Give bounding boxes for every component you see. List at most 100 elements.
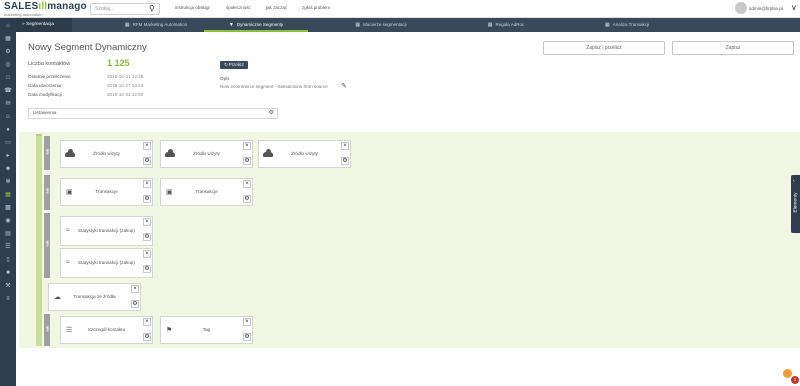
edit-icon[interactable]: ✎: [341, 82, 347, 90]
close-icon[interactable]: ×: [143, 142, 151, 150]
grid-icon: ▦: [355, 22, 361, 28]
community-link[interactable]: społeczność: [226, 5, 251, 10]
or-group-bar[interactable]: lub: [44, 213, 50, 278]
chat-icon[interactable]: ●: [4, 126, 12, 134]
condition-label: Statystyki transakcji (zakup): [78, 260, 135, 265]
getting-started-link[interactable]: jak zacząć: [266, 5, 287, 10]
gear-icon[interactable]: ⚙: [243, 195, 251, 203]
gear-icon[interactable]: ⚙: [341, 157, 349, 165]
grid-icon: ▦: [604, 22, 610, 28]
database-icon[interactable]: ▤: [4, 230, 12, 238]
tab-segmentation-matrices[interactable]: ▦ Macierze segmentacji: [346, 18, 416, 32]
tab-segmentation[interactable]: » Segmentacja: [16, 18, 72, 32]
target-icon[interactable]: ◎: [4, 61, 12, 69]
last-recalc-label: Ostatnie przeliczenie: [28, 74, 71, 79]
automation-icon[interactable]: ✻: [4, 178, 12, 186]
elements-panel-toggle[interactable]: ‹ Elementy: [791, 175, 800, 233]
help-link[interactable]: instrukcja obsługi: [175, 5, 210, 10]
condition-label: Źródło wizyty: [291, 151, 318, 156]
close-icon[interactable]: ×: [243, 180, 251, 188]
tab-adroc-rule[interactable]: ▦ Reguła AdRoc: [476, 18, 536, 32]
megaphone-icon[interactable]: ▸: [4, 152, 12, 160]
gear-icon[interactable]: ⚙: [143, 233, 151, 241]
tab-transaction-analysis[interactable]: ▦ Analiza Transakcji: [592, 18, 662, 32]
tab-rfm[interactable]: ▦ RFM Marketing Automation: [116, 18, 196, 32]
phone-icon[interactable]: ☎: [4, 87, 12, 95]
rail-top-tick: [36, 134, 42, 136]
condition-block[interactable]: ▣ Transakcje × ⚙: [60, 178, 153, 206]
settings-bar[interactable]: Ustawienia ⚙: [28, 108, 278, 119]
condition-label: Źródło wizyty: [93, 151, 120, 156]
condition-block[interactable]: Źródło wizyty × ⚙: [60, 140, 153, 168]
condition-block[interactable]: ⚑ Tag × ⚙: [160, 316, 253, 344]
mail-icon[interactable]: ✉: [4, 100, 12, 108]
condition-label: Transakcje: [195, 189, 218, 194]
close-icon[interactable]: ×: [143, 250, 151, 258]
top-bar: SALESıllmanago marketing automation Szuk…: [0, 0, 800, 18]
report-problem-link[interactable]: zgłoś problem: [302, 5, 330, 10]
document-icon[interactable]: □: [4, 74, 12, 82]
settings-icon[interactable]: ⚙: [4, 48, 12, 56]
globe-icon[interactable]: ◉: [4, 217, 12, 225]
trash-icon[interactable]: ▯: [4, 256, 12, 264]
tab-dynamic-segments[interactable]: ▼ Dynamiczne Segmenty: [204, 18, 308, 32]
contacts-icon[interactable]: ☺: [4, 113, 12, 121]
laptop-icon[interactable]: ▭: [4, 139, 12, 147]
segment-canvas: lub Źródło wizyty × ⚙ Źródło wizyty × ⚙ …: [19, 132, 800, 348]
or-group-bar[interactable]: lub: [44, 175, 50, 210]
save-and-recalculate-button[interactable]: Zapisz i przelicz: [543, 41, 665, 55]
close-icon[interactable]: ×: [341, 142, 349, 150]
condition-block[interactable]: ≈ Statystyki transakcji (zakup) × ⚙: [60, 216, 153, 246]
sidebar: ⌂ ▦ ⚙ ◎ □ ☎ ✉ ☺ ● ▭ ▸ ☻ ✻ ▦ ▩ ◉ ▤ ☰ ▯ ■ …: [0, 18, 16, 386]
close-icon[interactable]: ×: [243, 142, 251, 150]
close-icon[interactable]: ×: [243, 318, 251, 326]
recalculate-button[interactable]: ↻ Przelicz: [220, 61, 248, 69]
created-value: 2019-10-27 14:23: [107, 83, 144, 88]
modified-value: 2019-10-31 12:50: [107, 92, 144, 97]
user-menu[interactable]: admin@firplan.pl ∨: [733, 2, 799, 16]
or-group-bar[interactable]: lub: [44, 314, 50, 346]
condition-block[interactable]: Źródło wizyty × ⚙: [160, 140, 253, 168]
gear-icon[interactable]: ⚙: [243, 157, 251, 165]
gear-icon[interactable]: ⚙: [243, 333, 251, 341]
gear-icon[interactable]: ⚙: [143, 157, 151, 165]
condition-label: Tag: [202, 327, 211, 332]
condition-block[interactable]: Źródło wizyty × ⚙: [258, 140, 351, 168]
wrench-icon[interactable]: ⚒: [4, 282, 12, 290]
elements-label: Elementy: [793, 192, 799, 213]
gear-icon[interactable]: ⚙: [269, 109, 274, 116]
box-icon[interactable]: ■: [4, 269, 12, 277]
sliders-icon[interactable]: ≡: [4, 295, 12, 303]
notification-badge: 1: [791, 376, 799, 384]
and-rail: [36, 135, 42, 346]
home-icon[interactable]: ⌂: [4, 22, 12, 30]
brand-logo[interactable]: SALESıllmanago marketing automation: [4, 1, 87, 17]
chart-icon[interactable]: ▩: [4, 204, 12, 212]
search-icon[interactable]: ⚲: [149, 3, 159, 15]
segments-icon[interactable]: ▦: [4, 191, 12, 199]
close-icon[interactable]: ×: [131, 285, 139, 293]
gear-icon[interactable]: ⚙: [143, 195, 151, 203]
or-label: lub: [44, 240, 50, 247]
chevron-down-icon[interactable]: ∨: [791, 3, 797, 12]
condition-block[interactable]: ☰ Szczegół kontaktu × ⚙: [60, 316, 153, 344]
main-content: Nowy Segment Dynamiczny Zapisz i przelic…: [16, 32, 800, 386]
close-icon[interactable]: ×: [143, 180, 151, 188]
gear-icon[interactable]: ⚙: [131, 300, 139, 308]
condition-block[interactable]: ≈ Statystyki transakcji (zakup) × ⚙: [60, 248, 153, 278]
save-button[interactable]: Zapisz: [672, 41, 794, 55]
list-icon[interactable]: ☰: [4, 243, 12, 251]
or-group-bar[interactable]: lub: [44, 136, 50, 170]
condition-label: Źródło wizyty: [193, 151, 220, 156]
gear-icon[interactable]: ⚙: [143, 333, 151, 341]
close-icon[interactable]: ×: [143, 218, 151, 226]
group-icon[interactable]: ☻: [4, 165, 12, 173]
close-icon[interactable]: ×: [143, 318, 151, 326]
or-label: lub: [44, 148, 50, 155]
avatar: [735, 2, 747, 14]
condition-block[interactable]: ☁ Transakcja ze źródła × ⚙: [48, 283, 141, 311]
condition-block[interactable]: ▣ Transakcje × ⚙: [160, 178, 253, 206]
gear-icon[interactable]: ⚙: [143, 265, 151, 273]
or-label: lub: [44, 187, 50, 194]
dashboard-icon[interactable]: ▦: [4, 35, 12, 43]
